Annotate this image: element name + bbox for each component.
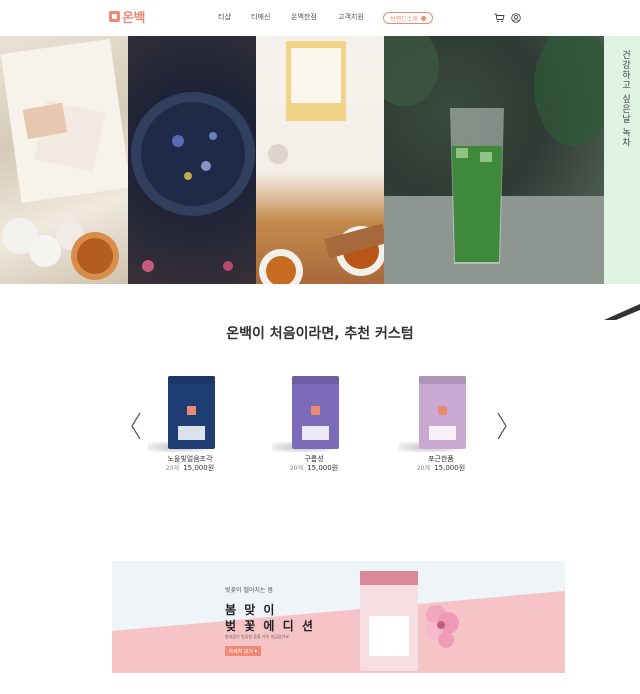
product-image[interactable] [419, 376, 466, 449]
chevron-left-icon[interactable] [130, 412, 142, 440]
product-image[interactable] [292, 376, 339, 449]
nav-item-teashop[interactable]: 티샵 [218, 12, 251, 22]
arrow-right-icon: ▸ [255, 648, 258, 654]
nav-item-support[interactable]: 고객지원 [338, 12, 382, 22]
logo[interactable]: 온백 [109, 7, 145, 26]
brand-badge-icon [438, 406, 447, 415]
user-icon[interactable] [511, 13, 521, 23]
nav-item-onbaek[interactable]: 온백한점 [291, 12, 338, 22]
banner-description: 봄내음이 벚꽃향 을을 가득 머금었어요 [225, 634, 289, 639]
product-price-row: 20개 15,000원 [140, 463, 240, 473]
bag-seal [292, 376, 339, 384]
banner-title-line2: 벚 꽃 에 디 션 [225, 619, 315, 633]
chevron-right-icon[interactable] [496, 412, 508, 440]
product-image[interactable] [168, 376, 215, 449]
product-price-row: 20개 15,000원 [264, 463, 364, 473]
hero-caption: 건강하고 싶은날 녹차 [620, 50, 630, 148]
brand-badge-icon [311, 406, 320, 415]
bag-seal [419, 376, 466, 384]
main-nav: 티샵 티매신 온백한점 고객지원 [218, 12, 382, 22]
promo-banner[interactable] [112, 561, 565, 673]
product-carousel: 노을빛얼음조각 20개 15,000원 구름성 20개 15,000원 포근한품… [0, 368, 640, 488]
brand-badge-icon [187, 406, 196, 415]
product-price: 15,000원 [183, 464, 215, 472]
banner-subtitle: 벚꽃이 떨어지는 봄 [225, 587, 273, 594]
tea-spread-photo [256, 36, 384, 284]
banner-title-line1: 봄 맞 이 [225, 603, 277, 617]
banner-detail-button[interactable]: 자세히 보기 ▸ [225, 646, 261, 656]
cherry-blossom-bag-image [360, 571, 418, 671]
blue-flower-tea-photo [128, 36, 256, 284]
matcha-latte-photo [384, 36, 604, 284]
bag-label [369, 616, 409, 656]
banner-title: 봄 맞 이 벚 꽃 에 디 션 [225, 602, 315, 634]
product-count: 20개 [289, 465, 303, 472]
bag-seal [168, 376, 215, 384]
bag-label [302, 426, 329, 440]
logo-mark-icon [109, 10, 120, 22]
product-price: 15,000원 [434, 464, 466, 472]
cart-icon[interactable] [494, 13, 505, 23]
section-title: 온백이 처음이라면, 추천 커스텀 [226, 326, 414, 342]
product-count: 20개 [165, 465, 179, 472]
brand-intro-button[interactable]: 브랜드소개 [383, 12, 433, 24]
product-count: 20개 [416, 465, 430, 472]
hero-banner[interactable]: 건강하고 싶은날 녹차 [0, 36, 640, 320]
site-header: 온백 티샵 티매신 온백한점 고객지원 브랜드소개 [0, 0, 640, 36]
bag-seal [360, 571, 418, 585]
arrow-right-icon [420, 15, 426, 21]
product-price: 15,000원 [307, 464, 339, 472]
hero-stripe [604, 304, 640, 320]
brand-intro-label: 브랜드소개 [390, 15, 418, 23]
banner-detail-label: 자세히 보기 [228, 648, 254, 655]
banner-background [112, 591, 565, 673]
bag-label [429, 426, 456, 440]
logo-text: 온백 [122, 10, 145, 26]
product-price-row: 20개 15,000원 [391, 463, 491, 473]
tea-book-photo [0, 36, 128, 284]
nav-item-teamachine[interactable]: 티매신 [251, 12, 291, 22]
bag-label [178, 426, 205, 440]
cherry-blossom-image [425, 605, 459, 648]
